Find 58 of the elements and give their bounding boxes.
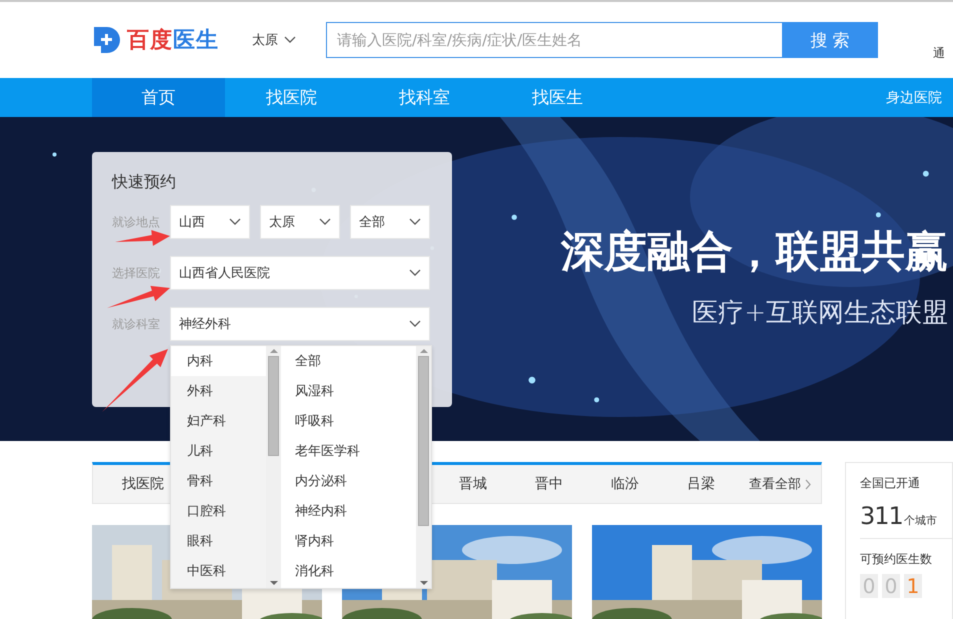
search-field[interactable]: 请输入医院/科室/疾病/症状/医生姓名	[326, 22, 782, 58]
stats-title: 全国已开通	[860, 475, 921, 492]
annotation-arrow	[115, 230, 170, 246]
dropdown-select[interactable]: 山西省人民医院	[170, 256, 430, 290]
category-option[interactable]: 骨科	[171, 466, 266, 496]
dropdown-select[interactable]: 全部	[350, 205, 430, 239]
stats-title: 可预约医生数	[860, 551, 933, 568]
category-option[interactable]: 口腔科	[171, 496, 266, 526]
category-option[interactable]: 内科	[171, 346, 266, 376]
department-option[interactable]: 风湿科	[281, 376, 416, 406]
counter-digit: 1	[904, 574, 922, 598]
region-tab[interactable]: 吕梁	[663, 475, 739, 493]
scrollbar[interactable]	[416, 346, 431, 588]
region-tab[interactable]: 晋城	[435, 475, 511, 493]
department-option[interactable]: 老年医学科	[281, 436, 416, 466]
scroll-up-icon[interactable]	[420, 346, 428, 356]
dropdown-select[interactable]: 神经外科	[170, 307, 430, 341]
category-option[interactable]: 中医科	[171, 556, 266, 586]
region-tab[interactable]: 临汾	[587, 475, 663, 493]
category-option[interactable]: 儿科	[171, 436, 266, 466]
department-option[interactable]: 肾内科	[281, 526, 416, 556]
field-label: 选择医院	[112, 264, 161, 282]
city-count: 311	[860, 502, 903, 530]
scrollbar[interactable]	[266, 346, 281, 588]
category-option[interactable]: 外科	[171, 376, 266, 406]
banner-subtitle: 医疗+互联网生态联盟	[692, 297, 948, 330]
city-select[interactable]: 太原	[252, 31, 296, 49]
scroll-up-icon[interactable]	[270, 346, 278, 356]
chevron-down-icon	[409, 320, 421, 328]
annotation-arrow	[107, 286, 170, 308]
department-option[interactable]: 呼吸科	[281, 406, 416, 436]
category-option[interactable]: 妇产科	[171, 406, 266, 436]
department-option[interactable]: 消化科	[281, 556, 416, 586]
notice-link[interactable]: 通	[933, 45, 945, 62]
logo-icon	[92, 25, 122, 55]
department-option[interactable]: 内分泌科	[281, 466, 416, 496]
field-label: 就诊科室	[112, 316, 161, 332]
banner-headline: 深度融合，联盟共赢	[561, 226, 948, 279]
annotation-arrow	[102, 349, 168, 412]
chevron-down-icon	[229, 218, 241, 226]
chevron-down-icon	[284, 36, 296, 44]
view-all-link[interactable]: 查看全部	[749, 475, 811, 493]
field-label: 就诊地点	[112, 214, 161, 230]
chevron-right-icon	[805, 478, 811, 490]
chevron-down-icon	[319, 218, 331, 226]
nav-tab[interactable]: 首页	[92, 78, 225, 117]
logo-text: 百度医生	[127, 26, 219, 55]
chevron-down-icon	[409, 269, 421, 277]
dropdown-select[interactable]: 太原	[260, 205, 340, 239]
department-option[interactable]: 全部	[281, 346, 416, 376]
scroll-down-icon[interactable]	[270, 578, 278, 588]
region-tab[interactable]: 晋中	[511, 475, 587, 493]
chevron-down-icon	[409, 218, 421, 226]
panel-title: 快速预约	[112, 172, 177, 193]
department-option[interactable]: 神经内科	[281, 496, 416, 526]
category-option[interactable]: 眼科	[171, 526, 266, 556]
dropdown-select[interactable]: 山西	[170, 205, 250, 239]
city-unit: 个城市	[904, 513, 937, 528]
